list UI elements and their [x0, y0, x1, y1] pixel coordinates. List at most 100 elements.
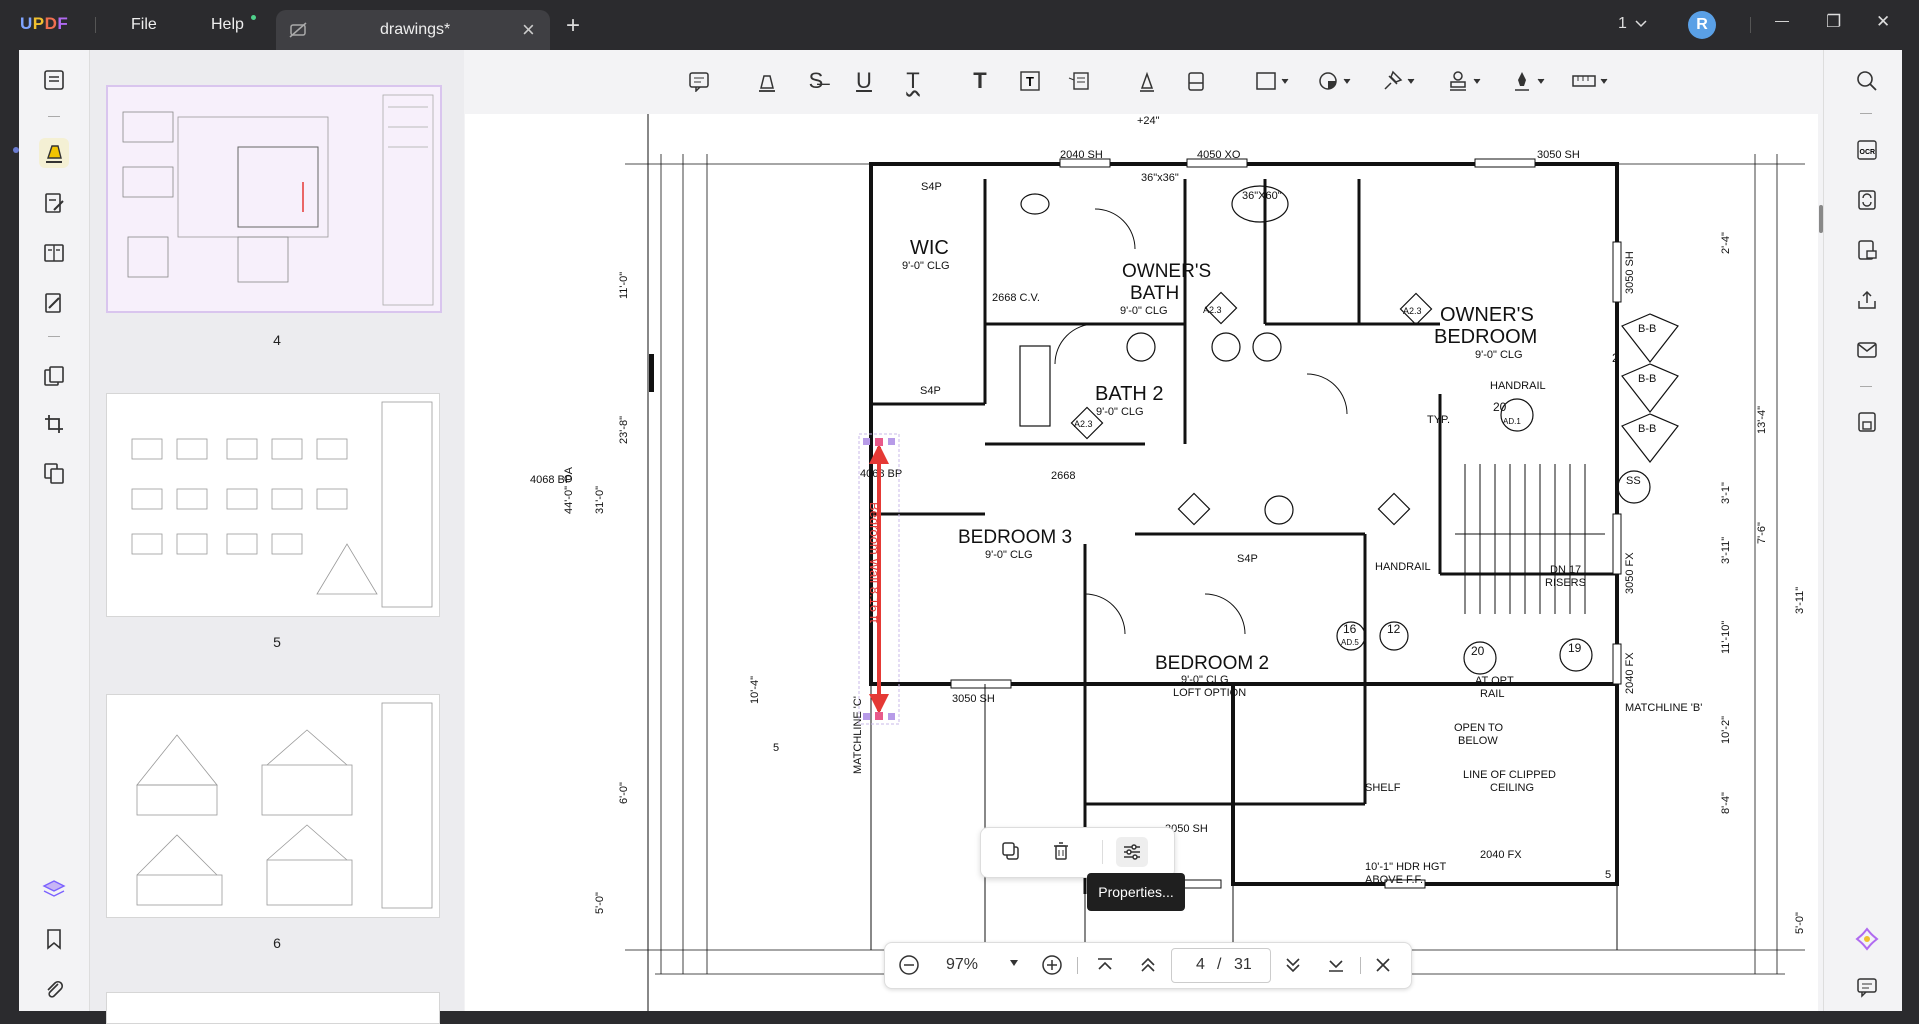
file-menu[interactable]: File: [131, 16, 157, 34]
thumbnail-page-7[interactable]: [106, 992, 440, 1024]
convert-pdf-icon[interactable]: [1854, 187, 1880, 213]
tag-5: 5: [773, 742, 779, 754]
comment-tool-icon[interactable]: [39, 138, 69, 168]
bookmark-icon[interactable]: [39, 924, 69, 954]
close-tab-icon[interactable]: ×: [522, 17, 535, 43]
chevron-down-icon[interactable]: [1634, 18, 1648, 30]
zoom-dropdown-icon[interactable]: [1008, 956, 1020, 974]
dim-31-0: 31'-0": [594, 486, 606, 514]
dim-8-4: 8'-4": [1720, 792, 1732, 814]
dim-4050xo: 4050 XO: [1197, 149, 1241, 161]
last-page-icon[interactable]: [1326, 955, 1346, 980]
zoom-in-icon[interactable]: [1041, 954, 1063, 981]
label-handrail: HANDRAIL: [1490, 380, 1546, 392]
organize-pages-icon[interactable]: [39, 361, 69, 391]
dim-36x36: 36"x36": [1141, 172, 1179, 184]
first-page-icon[interactable]: [1095, 955, 1115, 980]
thumbnail-page-4[interactable]: [106, 85, 442, 313]
page-navigation-bar: 97% 4 / 31: [884, 942, 1412, 989]
app-logo: UPDF: [20, 14, 69, 33]
page-number-input[interactable]: 4 / 31: [1171, 948, 1271, 983]
divider: [1360, 957, 1361, 974]
eraser-icon[interactable]: [1182, 68, 1210, 94]
strikethrough-icon[interactable]: S̶: [802, 68, 830, 94]
dim-3-1: 3'-1": [1720, 482, 1732, 504]
protect-icon[interactable]: [1854, 237, 1880, 263]
page-scrollbar[interactable]: [1819, 205, 1823, 233]
ocr-icon[interactable]: OCR: [1854, 137, 1880, 163]
pencil-icon[interactable]: [1133, 68, 1161, 94]
zoom-out-icon[interactable]: [898, 954, 920, 981]
label-owners-bedroom-2: BEDROOM: [1434, 326, 1537, 348]
dim-36x60: 36"X60": [1242, 190, 1282, 202]
delete-icon[interactable]: [1051, 841, 1071, 866]
dim-4068bp-2: 4068 BP: [860, 468, 902, 480]
close-navigation-icon[interactable]: [1373, 955, 1393, 980]
label-above-ff: ABOVE F.F.: [1365, 874, 1423, 886]
minimize-icon[interactable]: —: [1775, 12, 1789, 28]
label-wic-clg: 9'-0" CLG: [902, 260, 950, 272]
tag-a23: A2.3: [1203, 305, 1222, 315]
text-icon[interactable]: T: [966, 68, 994, 94]
save-icon[interactable]: [1854, 409, 1880, 435]
stamp-icon[interactable]: [1445, 68, 1485, 94]
dim-6-0: 6'-0": [618, 782, 630, 804]
document-tab[interactable]: drawings* ×: [276, 10, 550, 50]
dim-s4p-3: S4P: [1237, 553, 1258, 565]
new-tab-icon[interactable]: +: [566, 12, 580, 40]
ai-assistant-icon[interactable]: [1854, 926, 1880, 952]
pin-icon[interactable]: [1379, 68, 1419, 94]
comments-icon[interactable]: [1854, 974, 1880, 1000]
page-separator: /: [1217, 956, 1222, 973]
attachment-icon[interactable]: [39, 974, 69, 1004]
dim-11-10: 11'-10": [1720, 621, 1732, 654]
squiggly-icon[interactable]: T: [899, 68, 927, 94]
search-icon[interactable]: [1854, 68, 1880, 94]
restore-icon[interactable]: ❐: [1826, 12, 1841, 32]
text-callout-icon[interactable]: [1065, 68, 1093, 94]
textbox-icon[interactable]: T: [1016, 68, 1044, 94]
layers-icon[interactable]: [39, 874, 69, 904]
label-owners-bedroom: OWNER'S: [1440, 304, 1534, 326]
copy-icon[interactable]: [1001, 841, 1021, 866]
sticker-icon[interactable]: [1315, 68, 1355, 94]
properties-tooltip: Properties...: [1087, 873, 1185, 911]
help-menu[interactable]: Help: [211, 16, 244, 34]
shape-tool-icon[interactable]: [1253, 68, 1293, 94]
total-pages: 31: [1234, 956, 1252, 973]
measure-tool-icon[interactable]: [1571, 68, 1611, 94]
label-below: BELOW: [1458, 735, 1498, 747]
dim-s4p-2: S4P: [920, 385, 941, 397]
label-bedroom3-clg: 9'-0" CLG: [985, 549, 1033, 561]
convert-icon[interactable]: [39, 458, 69, 488]
divider: [95, 17, 96, 33]
label-at-opt: AT OPT.: [1475, 675, 1516, 687]
next-page-icon[interactable]: [1283, 955, 1303, 980]
sticky-note-icon[interactable]: [685, 68, 713, 94]
help-notification-dot: [251, 15, 256, 20]
zoom-level[interactable]: 97%: [946, 956, 978, 974]
underline-icon[interactable]: U: [850, 68, 878, 94]
form-icon[interactable]: [39, 238, 69, 268]
tag-a23-3: A2.3: [1074, 419, 1093, 429]
crop-icon[interactable]: [39, 409, 69, 439]
left-toolbar: [19, 50, 90, 1011]
close-window-icon[interactable]: ✕: [1876, 12, 1890, 32]
page-indicator[interactable]: 1: [1618, 15, 1627, 33]
previous-page-icon[interactable]: [1138, 955, 1158, 980]
email-icon[interactable]: [1854, 337, 1880, 363]
properties-icon[interactable]: [1116, 837, 1148, 867]
thumbnail-page-5[interactable]: [106, 393, 440, 617]
edit-pdf-icon[interactable]: [39, 188, 69, 218]
share-icon[interactable]: [1854, 287, 1880, 313]
sign-icon[interactable]: [39, 288, 69, 318]
dim-44-oa: 44'-0" OA: [563, 466, 575, 514]
thumbnail-page-6[interactable]: [106, 694, 440, 918]
divider: [1860, 113, 1872, 114]
dim-23-8: 23'-8": [618, 416, 630, 444]
tag-ad5: AD.5: [1341, 638, 1359, 647]
reader-icon[interactable]: [39, 65, 69, 95]
signature-icon[interactable]: [1509, 68, 1549, 94]
avatar[interactable]: R: [1688, 11, 1716, 39]
highlight-icon[interactable]: [753, 68, 781, 94]
